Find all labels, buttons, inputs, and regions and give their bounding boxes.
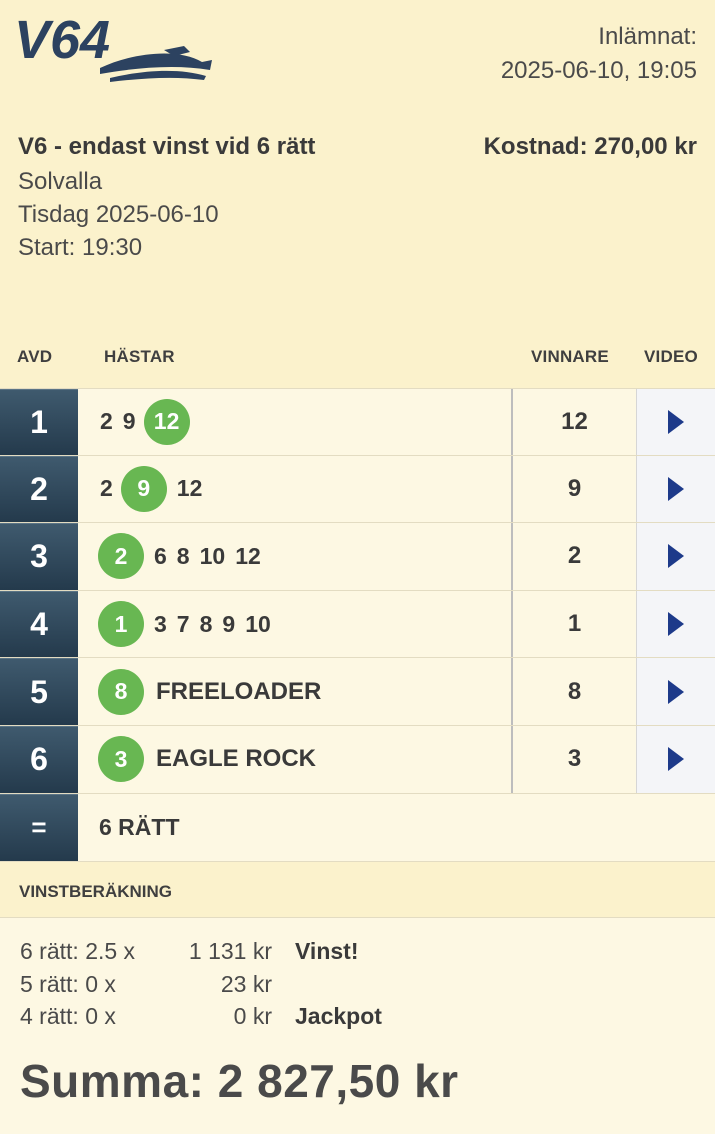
horse-number: 2 <box>100 475 113 502</box>
winning-horse-badge: 12 <box>143 398 190 445</box>
calc-area: 6 rätt: 2.5 x 1 131 kr Vinst! 5 rätt: 0 … <box>0 918 715 1134</box>
header-video: VIDEO <box>644 347 698 366</box>
table-header: AVD HÄSTAR VINNARE VIDEO <box>0 320 715 388</box>
horses-cell: 8 FREELOADER <box>78 658 513 725</box>
horse-number: 9 <box>222 610 236 637</box>
winner-number: 3 <box>513 725 637 793</box>
table-row: 5 8 FREELOADER 8 <box>0 658 715 726</box>
horses-cell: 2 6 8 10 12 <box>78 523 513 590</box>
track-name: Solvalla <box>18 168 103 195</box>
horse-number: 3 <box>154 610 167 637</box>
horse-number: 12 <box>235 542 261 569</box>
winning-horse-badge: 9 <box>120 465 167 512</box>
race-table: 1 2 9 12 12 2 2 9 12 9 3 2 6 8 10 12 2 4 1 3 7 8 9 10 1 5 8 FREELOA… <box>0 388 715 862</box>
avd-number: 5 <box>0 658 78 725</box>
horses-cell: 2 9 12 <box>78 455 513 523</box>
race-date: Tisdag 2025-06-10 <box>18 201 219 228</box>
table-row: 1 2 9 12 12 <box>0 388 715 456</box>
start-time: Start: 19:30 <box>18 234 143 261</box>
avd-number: 3 <box>0 523 78 590</box>
total-row: = 6 RÄTT <box>0 793 715 862</box>
horses-cell: 2 9 12 <box>78 389 513 455</box>
calc-amount: 0 kr <box>233 1003 272 1029</box>
table-row: 6 3 EAGLE ROCK 3 <box>0 725 715 794</box>
video-button[interactable] <box>637 523 715 590</box>
submitted-time: 2025-06-10, 19:05 <box>500 57 697 84</box>
horse-number: 12 <box>176 475 203 502</box>
game-title: V6 - endast vinst vid 6 rätt <box>18 133 316 160</box>
calc-line: 6 rätt: 2.5 x 1 131 kr Vinst! <box>20 938 700 970</box>
horse-number: 10 <box>199 542 226 569</box>
cost-label: Kostnad: 270,00 kr <box>483 133 697 160</box>
winning-horse-badge: 1 <box>98 601 144 648</box>
play-icon <box>668 409 684 434</box>
horse-number: 6 <box>154 542 167 569</box>
calc-label: 6 rätt: 2.5 x <box>20 938 136 964</box>
summa-total: Summa: 2 827,50 kr <box>20 1055 459 1107</box>
winner-number: 2 <box>513 523 637 590</box>
winning-horse-badge: 8 <box>98 668 144 715</box>
horse-number: 2 <box>100 408 113 435</box>
play-icon <box>668 544 684 569</box>
horse-number: 8 <box>176 542 190 569</box>
horse-name: EAGLE ROCK <box>156 745 317 773</box>
avd-number: 1 <box>0 389 78 455</box>
calc-title: VINSTBERÄKNING <box>19 882 173 901</box>
submitted-label: Inlämnat: <box>598 23 697 50</box>
horse-number: 7 <box>176 610 190 637</box>
play-icon <box>668 612 684 637</box>
winner-number: 9 <box>513 455 637 523</box>
ticket-header: V64 Inlämnat: 2025-06-10, 19:05 V6 - end… <box>0 0 715 320</box>
avd-number: 4 <box>0 590 78 658</box>
horse-name: FREELOADER <box>156 677 322 705</box>
video-button[interactable] <box>637 590 715 658</box>
table-row: 4 1 3 7 8 9 10 1 <box>0 590 715 659</box>
horse-number: 9 <box>122 408 136 435</box>
play-icon <box>668 476 684 501</box>
table-row: 2 2 9 12 9 <box>0 455 715 524</box>
calc-header: VINSTBERÄKNING <box>0 862 715 918</box>
calc-note: Vinst! <box>295 938 359 964</box>
v64-logo: V64 <box>14 10 212 82</box>
calc-label: 4 rätt: 0 x <box>20 1003 116 1029</box>
winner-number: 12 <box>513 389 637 455</box>
table-row: 3 2 6 8 10 12 2 <box>0 523 715 591</box>
video-button[interactable] <box>637 389 715 455</box>
header-vinnare: VINNARE <box>531 347 609 366</box>
video-button[interactable] <box>637 725 715 793</box>
winning-horse-badge: 3 <box>98 736 144 783</box>
horses-cell: 1 3 7 8 9 10 <box>78 590 513 658</box>
horse-number: 10 <box>245 610 271 637</box>
total-symbol: = <box>0 793 78 861</box>
submitted-info: Inlämnat: 2025-06-10, 19:05 <box>501 20 697 88</box>
calc-amount: 23 kr <box>220 971 272 997</box>
header-avd: AVD <box>17 347 53 366</box>
video-button[interactable] <box>637 455 715 523</box>
winner-number: 8 <box>513 658 637 725</box>
horse-number: 8 <box>199 610 213 637</box>
calc-line: 4 rätt: 0 x 0 kr Jackpot <box>20 1003 700 1035</box>
winner-number: 1 <box>513 590 637 658</box>
calc-note: Jackpot <box>295 1003 382 1029</box>
header-hastar: HÄSTAR <box>104 347 175 366</box>
svg-text:V64: V64 <box>14 10 110 70</box>
horses-cell: 3 EAGLE ROCK <box>78 725 513 793</box>
winning-horse-badge: 2 <box>98 533 144 580</box>
calc-amount: 1 131 kr <box>188 938 272 964</box>
calc-label: 5 rätt: 0 x <box>20 971 116 997</box>
total-label: 6 RÄTT <box>99 813 180 840</box>
video-button[interactable] <box>637 658 715 725</box>
avd-number: 2 <box>0 455 78 523</box>
avd-number: 6 <box>0 725 78 793</box>
play-icon <box>668 747 684 772</box>
play-icon <box>668 679 684 704</box>
calc-line: 5 rätt: 0 x 23 kr <box>20 971 700 1003</box>
